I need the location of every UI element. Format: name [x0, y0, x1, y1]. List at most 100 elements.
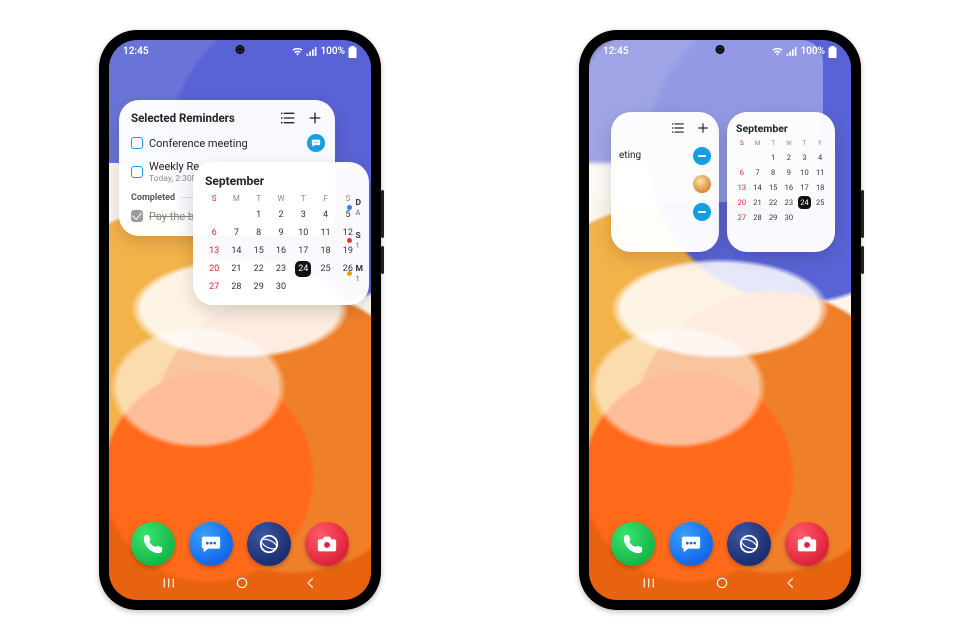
- calendar-day[interactable]: 15: [248, 243, 270, 259]
- recent-nav-icon[interactable]: [642, 575, 660, 594]
- reminder-item[interactable]: eting: [619, 142, 711, 170]
- back-nav-icon[interactable]: [304, 575, 318, 594]
- calendar-day[interactable]: 29: [248, 279, 270, 295]
- camera-app[interactable]: [305, 522, 349, 566]
- calendar-day[interactable]: 4: [314, 207, 336, 223]
- reminder-item[interactable]: [619, 170, 711, 198]
- calendar-day[interactable]: 15: [765, 181, 781, 194]
- phone-app[interactable]: [131, 522, 175, 566]
- reminders-title: Selected Reminders: [131, 111, 235, 125]
- reminder-item[interactable]: [619, 198, 711, 226]
- add-icon[interactable]: [695, 120, 711, 136]
- checkbox-checked-icon[interactable]: [131, 210, 143, 222]
- calendar-day[interactable]: 3: [292, 207, 314, 223]
- calendar-day[interactable]: 11: [812, 166, 828, 179]
- calendar-day[interactable]: 18: [812, 181, 828, 194]
- chat-bubble-icon[interactable]: [307, 134, 325, 152]
- calendar-day[interactable]: 2: [270, 207, 292, 223]
- calendar-day[interactable]: 30: [270, 279, 292, 295]
- calendar-day[interactable]: 20: [734, 196, 750, 209]
- calendar-day[interactable]: 14: [750, 181, 766, 194]
- calendar-day[interactable]: 30: [781, 211, 797, 224]
- calendar-day[interactable]: 21: [225, 261, 247, 277]
- volume-button[interactable]: [861, 190, 864, 238]
- calendar-day[interactable]: 3: [797, 151, 813, 164]
- calendar-day[interactable]: 9: [270, 225, 292, 241]
- back-nav-icon[interactable]: [784, 575, 798, 594]
- reminder-item[interactable]: Conference meeting: [131, 132, 323, 155]
- dow-label: T: [292, 194, 314, 205]
- calendar-day[interactable]: 6: [203, 225, 225, 241]
- dock: [109, 522, 371, 566]
- reminder-label: Weekly Re: [149, 160, 199, 173]
- list-icon[interactable]: [671, 120, 687, 136]
- calendar-day[interactable]: 4: [812, 151, 828, 164]
- browser-app[interactable]: [727, 522, 771, 566]
- calendar-day[interactable]: 17: [797, 181, 813, 194]
- calendar-day[interactable]: 17: [292, 243, 314, 259]
- calendar-day[interactable]: 28: [750, 211, 766, 224]
- calendar-day[interactable]: 16: [270, 243, 292, 259]
- calendar-day[interactable]: 9: [781, 166, 797, 179]
- calendar-day[interactable]: 8: [248, 225, 270, 241]
- list-icon[interactable]: [281, 110, 297, 126]
- remove-icon[interactable]: [693, 203, 711, 221]
- home-nav-icon[interactable]: [234, 575, 250, 595]
- calendar-day[interactable]: 8: [765, 166, 781, 179]
- calendar-day[interactable]: 18: [314, 243, 336, 259]
- calendar-day[interactable]: 2: [781, 151, 797, 164]
- reminder-subtext: Today, 2:30P: [149, 174, 199, 184]
- calendar-day[interactable]: 22: [765, 196, 781, 209]
- calendar-day[interactable]: 24: [295, 261, 311, 277]
- calendar-day[interactable]: 1: [248, 207, 270, 223]
- calendar-day[interactable]: 14: [225, 243, 247, 259]
- power-button[interactable]: [381, 246, 384, 274]
- dock: [589, 522, 851, 566]
- calendar-day[interactable]: 28: [225, 279, 247, 295]
- remove-icon[interactable]: [693, 147, 711, 165]
- messages-app[interactable]: [669, 522, 713, 566]
- power-button[interactable]: [861, 246, 864, 274]
- camera-app[interactable]: [785, 522, 829, 566]
- calendar-event[interactable]: M1: [347, 264, 363, 283]
- recent-nav-icon[interactable]: [162, 575, 180, 594]
- calendar-day[interactable]: 27: [203, 279, 225, 295]
- calendar-day[interactable]: 7: [225, 225, 247, 241]
- calendar-day[interactable]: 27: [734, 211, 750, 224]
- calendar-day[interactable]: 24: [798, 196, 812, 209]
- calendar-day[interactable]: 23: [270, 261, 292, 277]
- calendar-day[interactable]: 16: [781, 181, 797, 194]
- event-dot-icon: [347, 271, 352, 276]
- add-icon[interactable]: [307, 110, 323, 126]
- checkbox-icon[interactable]: [131, 166, 143, 178]
- calendar-day[interactable]: 11: [314, 225, 336, 241]
- calendar-day[interactable]: 29: [765, 211, 781, 224]
- calendar-day[interactable]: 22: [248, 261, 270, 277]
- calendar-grid-a: SMTWTFS··1234567891011121314151617181920…: [203, 194, 359, 295]
- calendar-event[interactable]: S1: [347, 231, 363, 250]
- calendar-day[interactable]: 6: [734, 166, 750, 179]
- dow-label: F: [812, 139, 828, 149]
- calendar-day[interactable]: 10: [292, 225, 314, 241]
- phone-app[interactable]: [611, 522, 655, 566]
- dow-label: F: [314, 194, 336, 205]
- reminders-widget-small[interactable]: eting: [611, 112, 719, 252]
- messages-app[interactable]: [189, 522, 233, 566]
- calendar-day[interactable]: 21: [750, 196, 766, 209]
- home-nav-icon[interactable]: [714, 575, 730, 595]
- checkbox-icon[interactable]: [131, 137, 143, 149]
- calendar-day[interactable]: 23: [781, 196, 797, 209]
- browser-app[interactable]: [247, 522, 291, 566]
- calendar-widget-small[interactable]: September SMTWTF··1234678910111314151617…: [727, 112, 835, 252]
- calendar-day[interactable]: 25: [314, 261, 336, 277]
- calendar-day[interactable]: 13: [734, 181, 750, 194]
- calendar-widget[interactable]: September SMTWTFS··123456789101112131415…: [193, 162, 369, 305]
- calendar-day[interactable]: 13: [203, 243, 225, 259]
- calendar-day[interactable]: 20: [203, 261, 225, 277]
- calendar-day[interactable]: 25: [812, 196, 828, 209]
- calendar-event[interactable]: DA: [347, 198, 363, 217]
- volume-button[interactable]: [381, 190, 384, 238]
- calendar-day[interactable]: 1: [765, 151, 781, 164]
- calendar-day[interactable]: 7: [750, 166, 766, 179]
- calendar-day[interactable]: 10: [797, 166, 813, 179]
